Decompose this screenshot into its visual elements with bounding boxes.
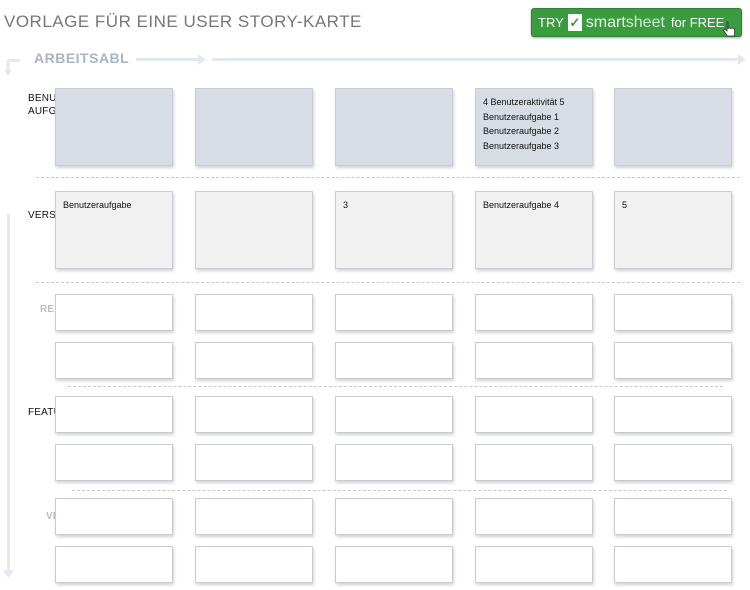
story-card[interactable] [475, 294, 593, 331]
arrow-right-icon [198, 54, 206, 65]
story-card[interactable] [335, 342, 453, 379]
story-card[interactable] [55, 546, 173, 583]
activity-card-5[interactable] [614, 88, 732, 166]
story-card[interactable] [195, 546, 313, 583]
row-divider [72, 490, 727, 491]
story-card[interactable] [55, 444, 173, 481]
card-line: Benutzeraufgabe 3 [483, 140, 560, 151]
story-card[interactable] [614, 444, 732, 481]
story-card[interactable] [195, 444, 313, 481]
row-divider [36, 177, 740, 178]
task-card-4[interactable]: Benutzeraufgabe 4 [475, 191, 593, 269]
story-card[interactable] [614, 498, 732, 535]
checkmark-icon: ✓ [567, 14, 582, 31]
story-card[interactable] [475, 498, 593, 535]
activity-card-1[interactable] [55, 88, 173, 166]
card-text: Benutzeraufgabe [63, 200, 132, 210]
story-card[interactable] [475, 444, 593, 481]
card-text: Benutzeraufgabe 4 [483, 200, 560, 210]
card-line: Benutzeraufgabe 2 [483, 126, 560, 136]
activity-card-4[interactable]: 4 Benutzeraktivität 5 Benutzeraufgabe 1 … [475, 88, 593, 166]
workflow-arrow-long [212, 58, 740, 61]
story-card[interactable] [614, 546, 732, 583]
task-card-2[interactable] [195, 191, 313, 269]
page-title: VORLAGE FÜR EINE USER STORY-KARTE [4, 12, 362, 31]
story-card[interactable] [475, 396, 593, 433]
story-card[interactable] [55, 294, 173, 331]
story-card[interactable] [195, 342, 313, 379]
hand-cursor-icon [722, 21, 735, 37]
task-card-5[interactable]: 5 [614, 191, 732, 269]
story-card[interactable] [614, 342, 732, 379]
release-arrow-line [7, 214, 10, 574]
task-card-1[interactable]: Benutzeraufgabe [55, 191, 173, 269]
cta-free-label: for FREE [670, 15, 725, 30]
activity-card-3[interactable] [335, 88, 453, 166]
story-card[interactable] [55, 342, 173, 379]
story-card[interactable] [335, 546, 453, 583]
story-card[interactable] [475, 342, 593, 379]
brand-part-a: smart [585, 13, 626, 31]
card-line: Benutzeraufgabe 1 [483, 111, 560, 122]
row-divider [36, 282, 740, 283]
task-card-3[interactable]: 3 [335, 191, 453, 269]
workflow-label: ARBEITSABL [34, 50, 130, 66]
story-card[interactable] [195, 396, 313, 433]
story-card[interactable] [335, 498, 453, 535]
smartsheet-logo: smartsheet [586, 14, 665, 32]
story-card[interactable] [55, 396, 173, 433]
story-card[interactable] [55, 498, 173, 535]
story-card[interactable] [195, 498, 313, 535]
corner-arrow-icon [4, 60, 12, 76]
arrow-right-icon [738, 54, 746, 65]
card-text: 5 [622, 200, 628, 210]
try-smartsheet-button[interactable]: TRY ✓ smartsheet for FREE [531, 8, 742, 37]
story-card[interactable] [335, 396, 453, 433]
row-label-release: RE [40, 304, 55, 315]
activity-card-2[interactable] [195, 88, 313, 166]
story-card[interactable] [335, 294, 453, 331]
story-card[interactable] [195, 294, 313, 331]
story-card[interactable] [475, 546, 593, 583]
card-text: 3 [343, 200, 349, 210]
story-card[interactable] [335, 444, 453, 481]
workflow-arrow-short [136, 58, 200, 61]
brand-part-b: sheet [625, 13, 665, 31]
story-card[interactable] [614, 396, 732, 433]
arrow-down-icon [3, 570, 14, 578]
card-line: 4 Benutzeraktivität 5 [483, 97, 565, 107]
cta-try-label: TRY [538, 15, 564, 30]
row-divider [68, 386, 723, 387]
story-card[interactable] [614, 294, 732, 331]
